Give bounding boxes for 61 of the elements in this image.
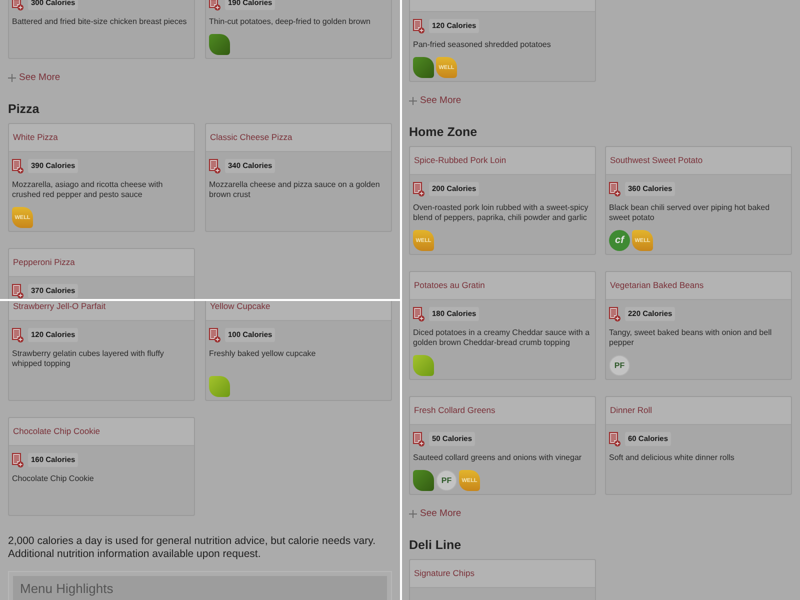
- item-title-link[interactable]: Pepperoni Pizza: [13, 257, 75, 268]
- document-plus-icon: [12, 158, 24, 174]
- pf-badge: PF: [436, 470, 457, 491]
- item-description: Diced potatoes in a creamy Cheddar sauce with a golden brown Cheddar-bread crumb topping: [413, 328, 591, 348]
- plus-icon: [8, 74, 16, 82]
- document-plus-icon: [413, 432, 425, 446]
- item-description: Mozzarella cheese and pizza sauce on a golden brown crust: [209, 180, 381, 200]
- nutrition-note: 2,000 calories a day is used for general nutrition advice, but calorie needs vary. Additional nutrition information available upon request.: [8, 535, 377, 561]
- item-title-link[interactable]: Signature Chips: [414, 568, 474, 579]
- section-heading: Pizza: [8, 101, 40, 117]
- item-description: Black bean chili served over piping hot baked sweet potato: [609, 203, 771, 223]
- document-plus-icon: [413, 182, 425, 196]
- document-plus-icon: [12, 452, 24, 468]
- item-description: Tangy, sweet baked beans with onion and bell pepper: [609, 328, 773, 348]
- document-plus-icon: [609, 306, 621, 322]
- document-plus-icon: [413, 18, 425, 34]
- item-title-link[interactable]: Southwest Sweet Potato: [610, 155, 703, 166]
- document-plus-icon: [12, 284, 24, 298]
- item-title-link[interactable]: White Pizza: [13, 132, 58, 143]
- item-title-link[interactable]: Spice-Rubbed Pork Loin: [414, 155, 506, 166]
- item-description: Strawberry gelatin cubes layered with fluffy whipped topping: [12, 349, 165, 369]
- pf-badge: PF: [609, 355, 630, 376]
- item-description: Mozzarella, asiago and ricotta cheese with crushed red pepper and pesto sauce: [12, 180, 164, 200]
- plus-icon: [409, 97, 417, 105]
- highlights-header: Menu Highlights: [13, 576, 387, 600]
- item-description: Battered and fried bite-size chicken breast pieces: [12, 17, 188, 27]
- item-title-link[interactable]: Potatoes au Gratin: [414, 280, 485, 291]
- item-title-link[interactable]: Chocolate Chip Cookie: [13, 426, 100, 437]
- item-description: Thin-cut potatoes, deep-fried to golden brown: [209, 17, 372, 27]
- item-description: Soft and delicious white dinner rolls: [609, 453, 736, 463]
- document-plus-icon: [413, 306, 425, 322]
- item-title-link[interactable]: Vegetarian Baked Beans: [610, 280, 704, 291]
- document-plus-icon: [609, 432, 621, 446]
- item-title-link[interactable]: Fresh Collard Greens: [414, 405, 496, 416]
- item-description: Chocolate Chip Cookie: [12, 474, 95, 484]
- see-more-link[interactable]: See More: [8, 71, 60, 85]
- item-title-link[interactable]: Strawberry Jell-O Parfait: [13, 301, 106, 312]
- item-title-link[interactable]: Classic Cheese Pizza: [210, 132, 292, 143]
- leaf-badge-icon: [209, 376, 230, 397]
- leaf-badge-icon: [413, 57, 434, 78]
- item-title-link[interactable]: Yellow Cupcake: [210, 301, 270, 312]
- document-plus-icon: [209, 328, 221, 342]
- item-description: Oven-roasted pork loin rubbed with a sweet-spicy blend of peppers, paprika, chili powder and garlic: [413, 203, 590, 223]
- item-description: Sauteed collard greens and onions with vinegar: [413, 453, 583, 463]
- see-more-link[interactable]: See More: [409, 94, 462, 108]
- document-plus-icon: [209, 0, 221, 10]
- item-description: Freshly baked yellow cupcake: [209, 349, 317, 359]
- leaf-badge-icon: [413, 470, 434, 491]
- document-plus-icon: [209, 158, 221, 174]
- item-title-link[interactable]: Dinner Roll: [610, 405, 652, 416]
- cf-badge: cf: [609, 230, 630, 251]
- item-description: Pan-fried seasoned shredded potatoes: [413, 40, 552, 50]
- leaf-badge-icon: [209, 34, 230, 55]
- plus-icon: [409, 510, 417, 518]
- document-plus-icon: [12, 328, 24, 342]
- document-plus-icon: [609, 182, 621, 196]
- see-more-link[interactable]: See More: [409, 507, 462, 521]
- section-heading: Home Zone: [409, 124, 478, 140]
- leaf-badge-icon: [413, 355, 434, 376]
- section-heading: Deli Line: [409, 537, 462, 553]
- document-plus-icon: [12, 0, 24, 10]
